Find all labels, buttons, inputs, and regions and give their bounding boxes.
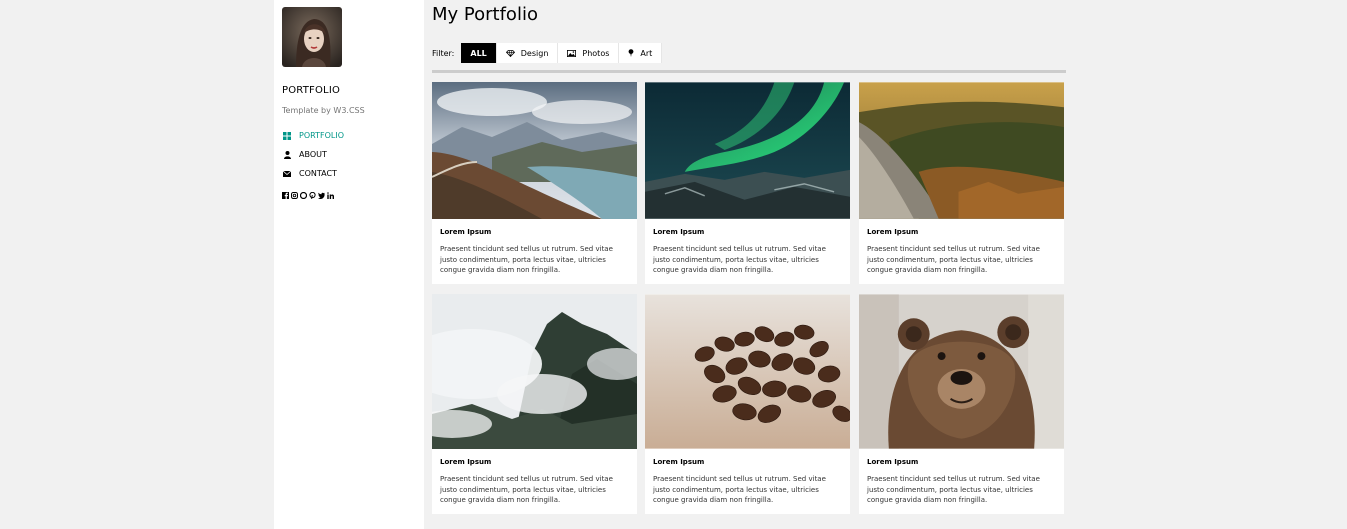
- card-text: Praesent tincidunt sed tellus ut rutrum.…: [440, 475, 613, 504]
- filter-button-label: Design: [520, 48, 549, 58]
- twitter-icon[interactable]: [318, 191, 325, 199]
- coffee-beans-photo: [645, 294, 850, 449]
- linkedin-icon[interactable]: [327, 191, 334, 199]
- card-title: Lorem Ipsum: [867, 228, 919, 236]
- avatar: [282, 7, 342, 67]
- sidebar-nav: PORTFOLIO ABOUT CONTACT: [282, 126, 344, 183]
- photo-icon: [567, 49, 577, 57]
- filter-button-label: ALL: [470, 48, 487, 58]
- misty-mountain-photo: [432, 294, 637, 449]
- filter-button-design[interactable]: Design: [496, 43, 559, 63]
- filter-bar: Filter: ALL Design Photos Art: [432, 43, 663, 63]
- filter-button-label: Art: [640, 48, 653, 58]
- forest-valley-photo: [859, 82, 1064, 219]
- northern-lights-photo: [645, 82, 850, 219]
- nav-item-about[interactable]: ABOUT: [282, 145, 344, 164]
- portfolio-card[interactable]: Lorem Ipsum Praesent tincidunt sed tellu…: [432, 294, 637, 514]
- pinterest-icon[interactable]: [309, 191, 316, 199]
- filter-button-label: Photos: [582, 48, 610, 58]
- card-text: Praesent tincidunt sed tellus ut rutrum.…: [867, 245, 1040, 274]
- snapchat-icon[interactable]: [300, 191, 307, 199]
- portfolio-card[interactable]: Lorem Ipsum Praesent tincidunt sed tellu…: [432, 82, 637, 284]
- nav-item-label: CONTACT: [299, 169, 337, 178]
- nav-item-label: PORTFOLIO: [299, 131, 344, 140]
- nav-item-portfolio[interactable]: PORTFOLIO: [282, 126, 344, 145]
- bear-photo: [859, 294, 1064, 449]
- card-text: Praesent tincidunt sed tellus ut rutrum.…: [653, 245, 826, 274]
- card-title: Lorem Ipsum: [867, 458, 919, 466]
- card-title: Lorem Ipsum: [653, 458, 705, 466]
- portfolio-card[interactable]: Lorem Ipsum Praesent tincidunt sed tellu…: [645, 82, 850, 284]
- tagline: Template by W3.CSS: [282, 106, 365, 115]
- card-title: Lorem Ipsum: [440, 458, 492, 466]
- card-title: Lorem Ipsum: [440, 228, 492, 236]
- filter-button-all[interactable]: ALL: [461, 43, 497, 63]
- brand-title: PORTFOLIO: [282, 85, 341, 96]
- portfolio-card[interactable]: Lorem Ipsum Praesent tincidunt sed tellu…: [645, 294, 850, 514]
- nav-item-label: ABOUT: [299, 150, 327, 159]
- page-title: My Portfolio: [432, 4, 538, 25]
- sidebar: PORTFOLIO Template by W3.CSS PORTFOLIO A…: [274, 0, 424, 529]
- user-icon: [282, 150, 292, 160]
- mountain-lake-photo: [432, 82, 637, 219]
- map-marker-icon: [628, 49, 634, 57]
- card-text: Praesent tincidunt sed tellus ut rutrum.…: [653, 475, 826, 504]
- filter-button-photos[interactable]: Photos: [558, 43, 620, 63]
- filter-label: Filter:: [432, 48, 455, 58]
- card-text: Praesent tincidunt sed tellus ut rutrum.…: [440, 245, 613, 274]
- card-title: Lorem Ipsum: [653, 228, 705, 236]
- filter-button-art[interactable]: Art: [619, 43, 663, 63]
- diamond-icon: [505, 49, 515, 57]
- portfolio-card[interactable]: Lorem Ipsum Praesent tincidunt sed tellu…: [859, 82, 1064, 284]
- nav-item-contact[interactable]: CONTACT: [282, 164, 344, 183]
- social-links: [282, 191, 334, 199]
- instagram-icon[interactable]: [291, 191, 298, 199]
- grid-icon: [282, 131, 292, 141]
- envelope-icon: [282, 169, 292, 179]
- facebook-icon[interactable]: [282, 191, 289, 199]
- portfolio-card[interactable]: Lorem Ipsum Praesent tincidunt sed tellu…: [859, 294, 1064, 514]
- divider: [432, 70, 1066, 73]
- card-text: Praesent tincidunt sed tellus ut rutrum.…: [867, 475, 1040, 504]
